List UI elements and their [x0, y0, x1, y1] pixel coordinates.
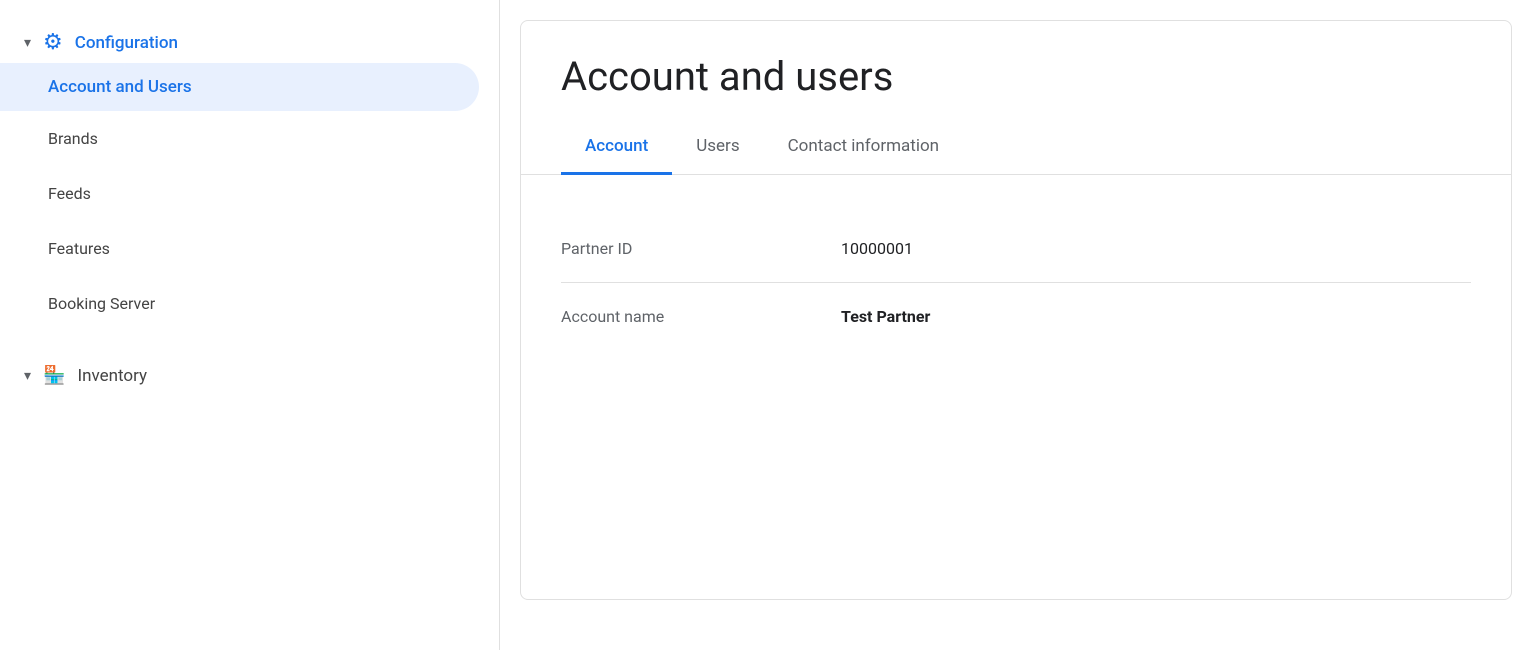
inventory-chevron-icon: ▾ — [24, 368, 31, 384]
account-name-label: Account name — [561, 307, 841, 326]
sidebar-item-brands[interactable]: Brands — [0, 111, 499, 166]
brands-label: Brands — [48, 129, 98, 148]
tab-users-label: Users — [696, 136, 739, 156]
account-name-row: Account name Test Partner — [561, 283, 1471, 350]
tab-users[interactable]: Users — [672, 120, 763, 175]
sidebar-inventory-header[interactable]: ▾ 🏪 Inventory — [0, 355, 499, 394]
sidebar-item-account-and-users[interactable]: Account and Users — [0, 63, 479, 111]
partner-id-value: 10000001 — [841, 239, 913, 258]
account-tab-content: Partner ID 10000001 Account name Test Pa… — [521, 175, 1511, 390]
features-label: Features — [48, 239, 110, 258]
page-title: Account and users — [521, 21, 1511, 120]
configuration-label: Configuration — [75, 33, 178, 53]
sidebar: ▾ ⚙ Configuration Account and Users Bran… — [0, 0, 500, 650]
sidebar-item-feeds[interactable]: Feeds — [0, 166, 499, 221]
inventory-icon: 🏪 — [43, 365, 65, 386]
tab-contact-information-label: Contact information — [788, 136, 939, 156]
partner-id-row: Partner ID 10000001 — [561, 215, 1471, 283]
main-content: Account and users Account Users Contact … — [500, 0, 1532, 650]
gear-icon: ⚙ — [43, 30, 63, 55]
tab-account[interactable]: Account — [561, 120, 672, 175]
booking-server-label: Booking Server — [48, 294, 155, 313]
tab-account-label: Account — [585, 136, 648, 156]
inventory-label: Inventory — [77, 366, 147, 386]
feeds-label: Feeds — [48, 184, 91, 203]
account-and-users-label: Account and Users — [48, 77, 192, 97]
tab-contact-information[interactable]: Contact information — [764, 120, 963, 175]
partner-id-label: Partner ID — [561, 239, 841, 258]
sidebar-configuration-header[interactable]: ▾ ⚙ Configuration — [0, 20, 499, 63]
tab-bar: Account Users Contact information — [521, 120, 1511, 175]
page-container: Account and users Account Users Contact … — [520, 20, 1512, 600]
sidebar-item-features[interactable]: Features — [0, 221, 499, 276]
configuration-chevron-icon: ▾ — [24, 35, 31, 51]
account-name-value: Test Partner — [841, 307, 930, 326]
sidebar-item-booking-server[interactable]: Booking Server — [0, 276, 499, 331]
